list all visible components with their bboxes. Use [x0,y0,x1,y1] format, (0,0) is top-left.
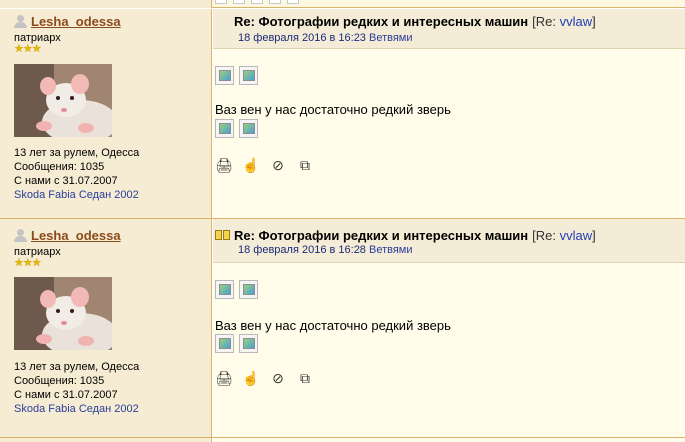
avatar[interactable] [14,64,112,137]
hand-reply-icon[interactable]: ☝ [242,370,260,386]
post-actions: 🖨 ☝ ⊘ ⧉ [215,157,323,173]
author-join-date: С нами с 31.07.2007 [14,389,118,401]
post-date-row: 18 февраля 2016 в 16:28 Ветвями [238,244,413,256]
image-placeholder[interactable] [239,66,258,85]
post-actions: 🖨 ☝ ⊘ ⧉ [215,370,323,386]
author-car-link[interactable]: Skoda Fabia Седан 2002 [14,402,139,416]
print-icon[interactable]: 🖨 [215,157,233,173]
image-placeholder[interactable] [215,66,234,85]
post-title: Re: Фотографии редких и интересных машин [234,227,529,243]
author-car-link[interactable]: Skoda Fabia Седан 2002 [14,188,139,202]
quote-icon[interactable]: ⧉ [296,157,314,173]
thread-view-link[interactable]: Ветвями [369,244,413,256]
image-placeholder [251,0,263,4]
post-body: Ваз вен у нас достаточно редкий зверь 🖨 … [213,50,685,218]
reply-user-link[interactable]: vvlaw [560,14,593,29]
block-icon[interactable]: ⊘ [269,370,287,386]
forum-thread: Lesha_odessa патриарх ★★★ 13 лет за руле… [0,0,685,442]
post-text: Ваз вен у нас достаточно редкий зверь [215,318,451,333]
rank-stars: ★★★ [14,43,42,55]
author-experience: 13 лет за рулем, Одесса [14,361,140,373]
author-name-link[interactable]: Lesha_odessa [31,228,121,243]
post-date: 18 февраля 2016 в 16:23 [238,32,366,44]
reply-prefix: [Re: [532,227,560,243]
thread-view-link[interactable]: Ветвями [369,32,413,44]
author-row: Lesha_odessa [14,227,121,243]
post-header: Re: Фотографии редких и интересных машин… [213,219,685,263]
post-author-panel: Lesha_odessa патриарх ★★★ 13 лет за руле… [0,9,212,218]
reply-prefix: [Re: [532,13,560,29]
author-join-date: С нами с 31.07.2007 [14,175,118,187]
image-placeholder[interactable] [239,334,258,353]
image-placeholder[interactable] [239,280,258,299]
author-name-link[interactable]: Lesha_odessa [31,14,121,29]
previous-post-edge [0,0,685,8]
post-content: Re: Фотографии редких и интересных машин… [213,219,685,442]
image-placeholder[interactable] [215,334,234,353]
post-header: Re: Фотографии редких и интересных машин… [213,9,685,49]
image-placeholder [269,0,281,4]
rat-avatar-image [14,64,112,137]
reply-to: [Re: vvlaw] [532,228,596,243]
post-text: Ваз вен у нас достаточно редкий зверь [215,102,451,117]
author-post-count: Сообщения: 1035 [14,161,105,173]
previous-post-sidebar-edge [0,0,212,8]
quote-icon[interactable]: ⧉ [296,370,314,386]
post-separator [0,437,685,438]
reply-suffix: ] [592,13,596,29]
post-date-row: 18 февраля 2016 в 16:23 Ветвями [238,32,413,44]
rat-avatar-image [14,277,112,350]
reply-to: [Re: vvlaw] [532,14,596,29]
image-placeholder[interactable] [239,119,258,138]
author-post-count: Сообщения: 1035 [14,375,105,387]
forum-post: Lesha_odessa патриарх ★★★ 13 лет за руле… [0,219,685,442]
reply-user-link[interactable]: vvlaw [560,228,593,243]
image-placeholder [287,0,299,4]
block-icon[interactable]: ⊘ [269,157,287,173]
post-title-row: Re: Фотографии редких и интересных машин… [215,227,596,243]
image-placeholder[interactable] [215,119,234,138]
post-content: Re: Фотографии редких и интересных машин… [213,9,685,218]
book-icon [215,229,231,241]
post-author-panel: Lesha_odessa патриарх ★★★ 13 лет за руле… [0,219,212,442]
author-experience: 13 лет за рулем, Одесса [14,147,140,159]
forum-post: Lesha_odessa патриарх ★★★ 13 лет за руле… [0,9,685,218]
author-row: Lesha_odessa [14,13,121,29]
post-title-row: Re: Фотографии редких и интересных машин… [215,13,596,29]
hand-reply-icon[interactable]: ☝ [242,157,260,173]
avatar[interactable] [14,277,112,350]
image-placeholder [233,0,245,4]
image-placeholder [215,0,227,4]
author-info: 13 лет за рулем, Одесса Сообщения: 1035 … [14,146,139,202]
post-date: 18 февраля 2016 в 16:28 [238,244,366,256]
post-title: Re: Фотографии редких и интересных машин [234,13,529,29]
user-icon [14,14,27,28]
author-info: 13 лет за рулем, Одесса Сообщения: 1035 … [14,360,139,416]
rank-stars: ★★★ [14,257,42,269]
reply-suffix: ] [592,227,596,243]
post-body: Ваз вен у нас достаточно редкий зверь 🖨 … [213,264,685,442]
user-icon [14,228,27,242]
print-icon[interactable]: 🖨 [215,370,233,386]
image-placeholder[interactable] [215,280,234,299]
